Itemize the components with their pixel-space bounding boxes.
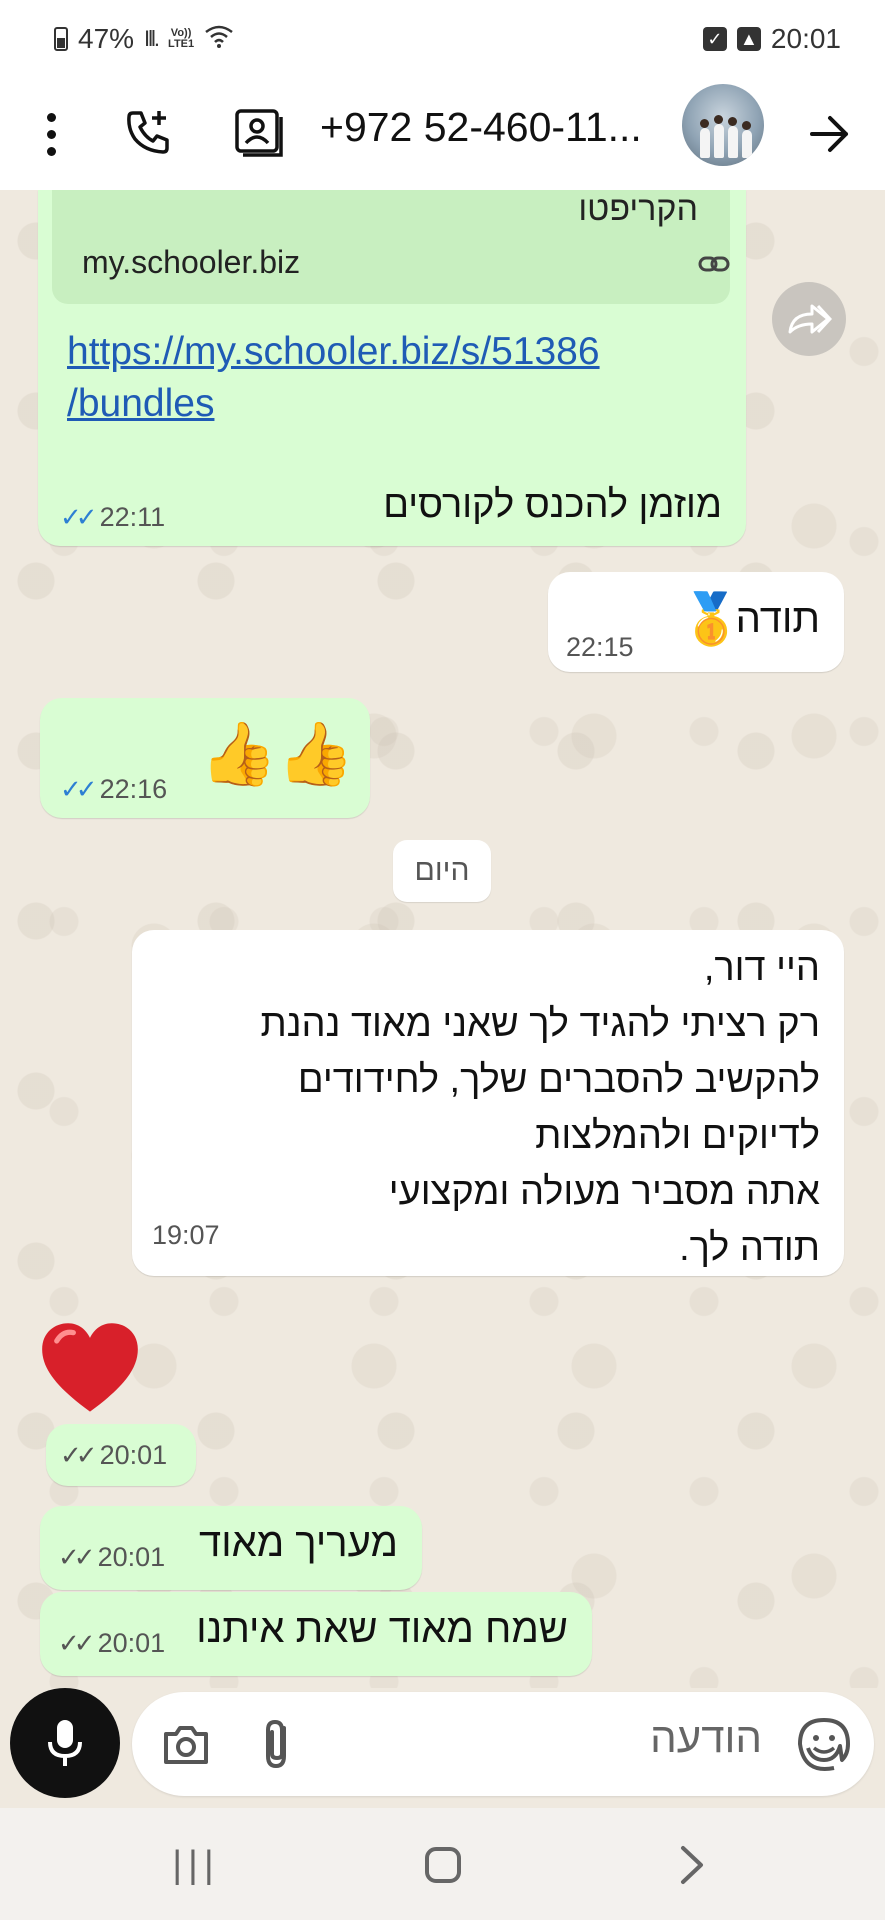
microphone-icon: [48, 1720, 82, 1766]
delivered-ticks-icon: ✓✓: [58, 1628, 95, 1658]
heart-emoji: [42, 1323, 138, 1412]
message-input-box[interactable]: הודעה: [132, 1692, 874, 1796]
link-preview-title: הקריפטו: [578, 190, 698, 228]
status-bar: 47% Ill. Vo)) LTE1 ✓ ▲ 20:01: [0, 0, 885, 78]
delivered-ticks-icon: ✓✓: [60, 1440, 97, 1470]
gallery-notification-icon: ▲: [736, 27, 761, 51]
signal-icon: Ill.: [144, 26, 160, 51]
message-link[interactable]: https://my.schooler.biz/s/51386 /bundles: [67, 326, 667, 430]
message-text: תודה: [735, 597, 820, 641]
message-time: 22:15: [566, 632, 634, 662]
more-options-icon[interactable]: [34, 106, 68, 162]
message-bubble-thanks[interactable]: תודה 🥇 22:15: [548, 572, 844, 672]
message-meta: 19:07: [152, 1220, 220, 1251]
back-arrow-icon[interactable]: [800, 104, 860, 164]
message-time: 19:07: [152, 1220, 220, 1250]
message-meta: ✓✓ 20:01: [58, 1542, 165, 1573]
contact-card-icon[interactable]: [230, 100, 286, 164]
message-bubble-thumbs[interactable]: 👍👍 ✓✓ 22:16: [40, 698, 370, 818]
input-bar: הודעה: [0, 1688, 885, 1808]
message-meta: ✓✓ 22:16: [60, 774, 167, 805]
recent-apps-icon[interactable]: |||: [166, 1838, 226, 1892]
checkbox-notification-icon: ✓: [702, 27, 727, 51]
message-meta: 22:15: [566, 632, 634, 663]
sticker-icon[interactable]: [796, 1716, 852, 1772]
message-text: מעריך מאוד: [199, 1521, 398, 1565]
wifi-icon: [204, 22, 234, 56]
message-time: 20:01: [97, 1628, 166, 1658]
add-call-icon[interactable]: [120, 102, 176, 162]
message-meta: ✓✓ 20:01: [60, 1440, 167, 1471]
message-time: 22:16: [99, 774, 168, 804]
chat-header: +972 52-460-11...: [0, 78, 885, 190]
volte-icon: Vo)) LTE1: [168, 27, 195, 50]
status-left: 47% Ill. Vo)) LTE1: [54, 22, 234, 56]
message-time: 22:11: [99, 502, 166, 532]
home-icon[interactable]: [413, 1838, 473, 1892]
link-preview-card[interactable]: הקריפטו my.schooler.biz: [52, 190, 730, 304]
message-bubble-link[interactable]: הקריפטו my.schooler.biz https://my.schoo…: [38, 190, 746, 546]
message-bubble-appreciate[interactable]: מעריך מאוד ✓✓ 20:01: [40, 1506, 422, 1590]
status-right: ✓ ▲ 20:01: [702, 23, 841, 55]
battery-icon: [54, 27, 68, 51]
battery-percent: 47%: [78, 23, 135, 54]
message-bubble-long[interactable]: היי דור, רק רציתי להגיד לך שאני מאוד נהנ…: [132, 930, 844, 1276]
link-chain-icon: [698, 248, 730, 282]
chat-area[interactable]: הקריפטו my.schooler.biz https://my.schoo…: [0, 190, 885, 1688]
date-divider: היום: [393, 840, 491, 902]
camera-icon[interactable]: [160, 1718, 212, 1770]
contact-name[interactable]: +972 52-460-11...: [320, 104, 660, 151]
message-meta: ✓✓ 20:01: [58, 1628, 165, 1659]
read-ticks-icon: ✓✓: [60, 502, 97, 532]
delivered-ticks-icon: ✓✓: [58, 1542, 95, 1572]
message-text: מוזמן להכנס לקורסים: [383, 484, 722, 526]
message-input-placeholder[interactable]: הודעה: [632, 1714, 762, 1762]
thumbs-up-emoji: 👍👍: [200, 720, 355, 789]
microphone-button[interactable]: [10, 1688, 120, 1798]
message-meta: ✓✓ 22:11: [60, 502, 165, 533]
forward-icon[interactable]: [772, 282, 846, 356]
contact-avatar[interactable]: [682, 84, 764, 166]
system-nav-bar: |||: [0, 1808, 885, 1920]
read-ticks-icon: ✓✓: [60, 774, 97, 804]
message-time: 20:01: [97, 1542, 166, 1572]
message-text: היי דור, רק רציתי להגיד לך שאני מאוד נהנ…: [260, 947, 821, 1269]
medal-emoji: 🥇: [680, 591, 743, 647]
attach-icon[interactable]: [256, 1716, 298, 1774]
nav-back-icon[interactable]: [662, 1838, 722, 1892]
link-preview-domain: my.schooler.biz: [82, 244, 301, 280]
clock: 20:01: [770, 23, 841, 54]
message-text: שמח מאוד שאת איתנו: [196, 1607, 568, 1651]
message-bubble-happy[interactable]: שמח מאוד שאת איתנו ✓✓ 20:01: [40, 1592, 592, 1676]
message-bubble-heart-meta[interactable]: ✓✓ 20:01: [46, 1424, 196, 1486]
message-time: 20:01: [99, 1440, 168, 1470]
